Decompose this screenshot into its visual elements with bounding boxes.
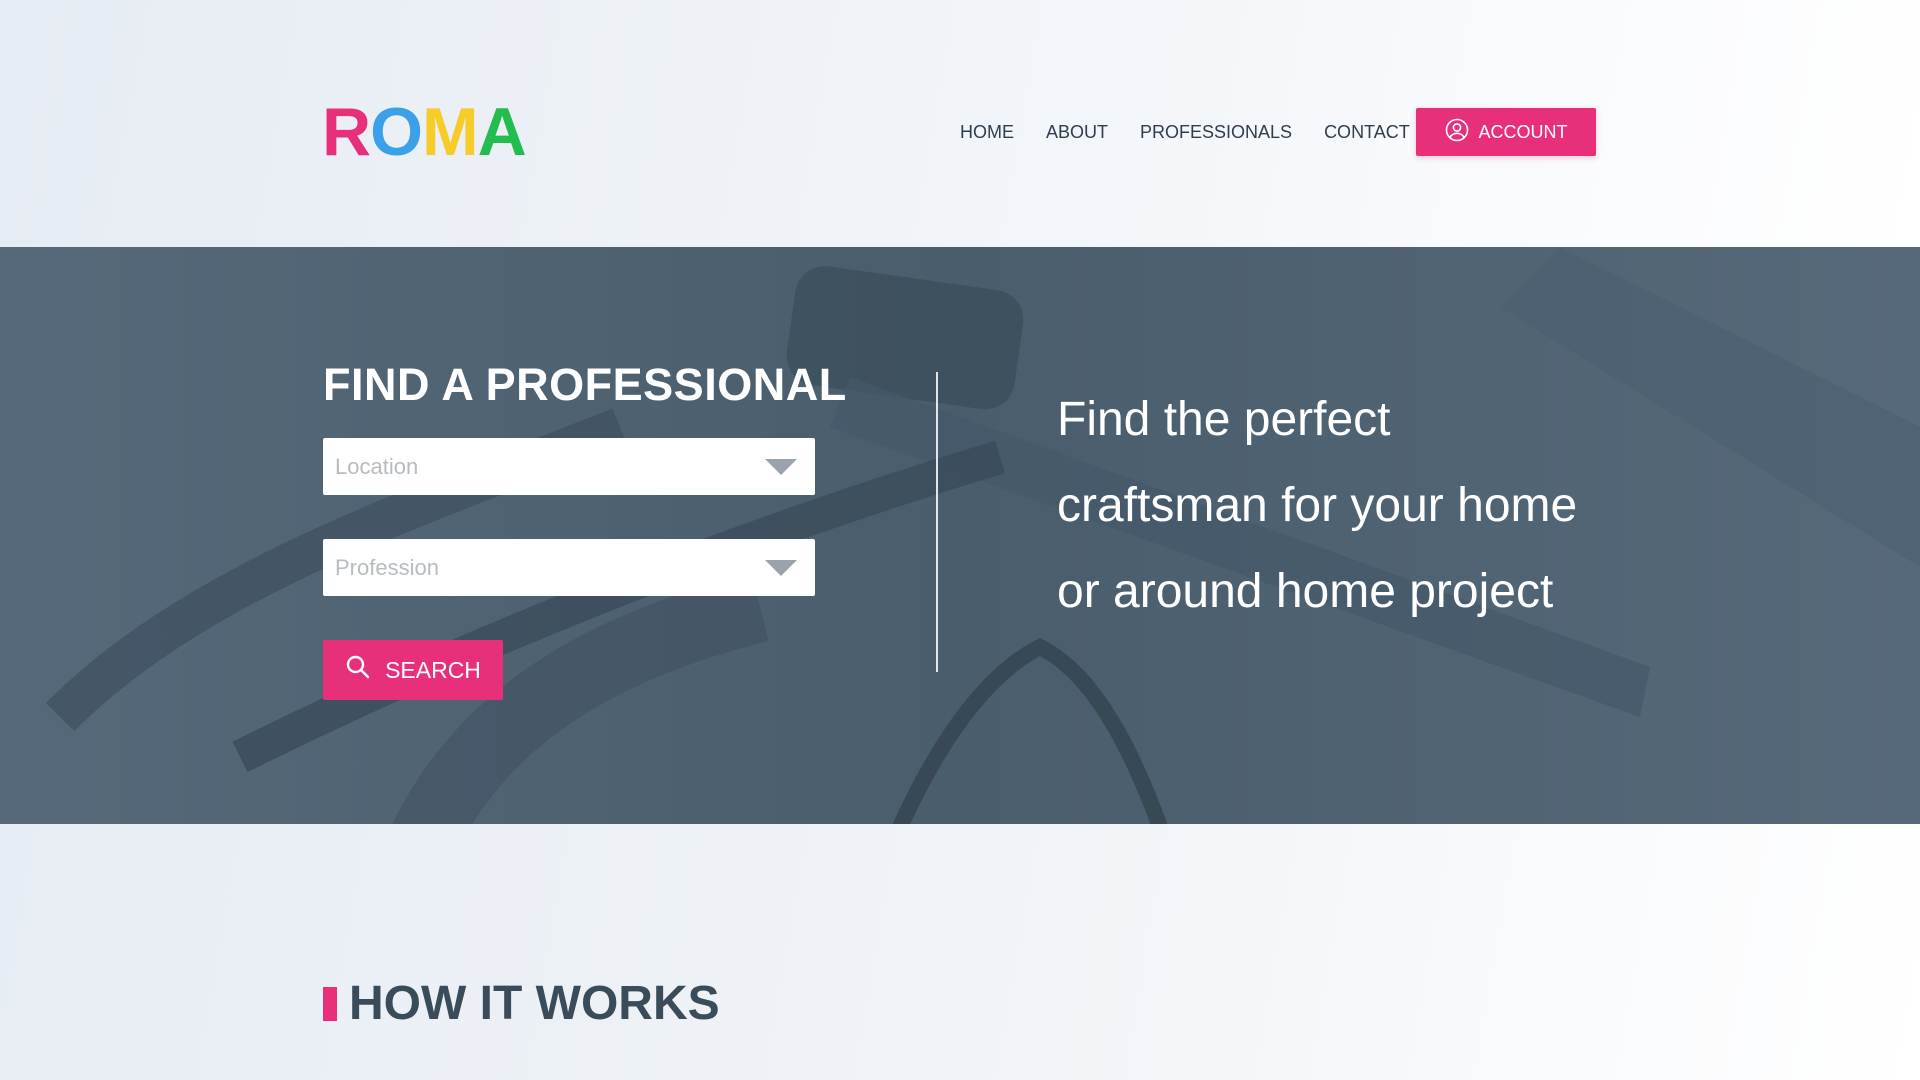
search-icon: [345, 654, 371, 686]
accent-bar: [323, 987, 337, 1021]
main-nav: HOME ABOUT PROFESSIONALS CONTACT: [960, 118, 1442, 146]
account-label: ACCOUNT: [1478, 121, 1568, 142]
search-label: SEARCH: [385, 656, 481, 683]
account-button[interactable]: ACCOUNT: [1416, 108, 1596, 156]
how-it-works-heading: HOW IT WORKS: [323, 976, 720, 1032]
tagline-line: Find the perfect: [1057, 393, 1391, 446]
search-button[interactable]: SEARCH: [323, 640, 503, 700]
profession-select[interactable]: Profession: [323, 539, 815, 596]
location-placeholder: Location: [335, 453, 419, 479]
profession-placeholder: Profession: [335, 554, 439, 580]
tagline-line: or around home project: [1057, 565, 1554, 618]
caret-down-icon: [765, 459, 797, 475]
page: R O M A HOME ABOUT PROFESSIONALS CONTACT…: [0, 0, 1920, 1080]
user-circle-icon: [1445, 118, 1469, 147]
logo-letter-a: A: [477, 94, 527, 170]
logo-letter-m: M: [422, 94, 479, 170]
nav-professionals-link[interactable]: PROFESSIONALS: [1140, 118, 1292, 146]
vertical-divider: [936, 372, 938, 672]
logo-letter-r: R: [322, 94, 371, 170]
how-it-works-title: HOW IT WORKS: [349, 977, 720, 1030]
logo-letter-o: O: [370, 94, 423, 170]
how-it-works-section: HOW IT WORKS: [0, 824, 1920, 1080]
roma-logo[interactable]: R O M A: [322, 94, 527, 170]
nav-home-link[interactable]: HOME: [960, 118, 1014, 146]
hero-section: FIND A PROFESSIONAL Location Profession …: [0, 247, 1920, 824]
find-professional-heading: FIND A PROFESSIONAL: [323, 359, 847, 410]
site-header: R O M A HOME ABOUT PROFESSIONALS CONTACT…: [0, 0, 1920, 247]
tagline-line: craftsman for your home: [1057, 479, 1578, 532]
caret-down-icon: [765, 560, 797, 576]
nav-about-link[interactable]: ABOUT: [1046, 118, 1108, 146]
nav-contact-link[interactable]: CONTACT: [1324, 118, 1410, 146]
location-select[interactable]: Location: [323, 438, 815, 495]
hero-tagline: Find the perfect craftsman for your home…: [1057, 377, 1677, 635]
